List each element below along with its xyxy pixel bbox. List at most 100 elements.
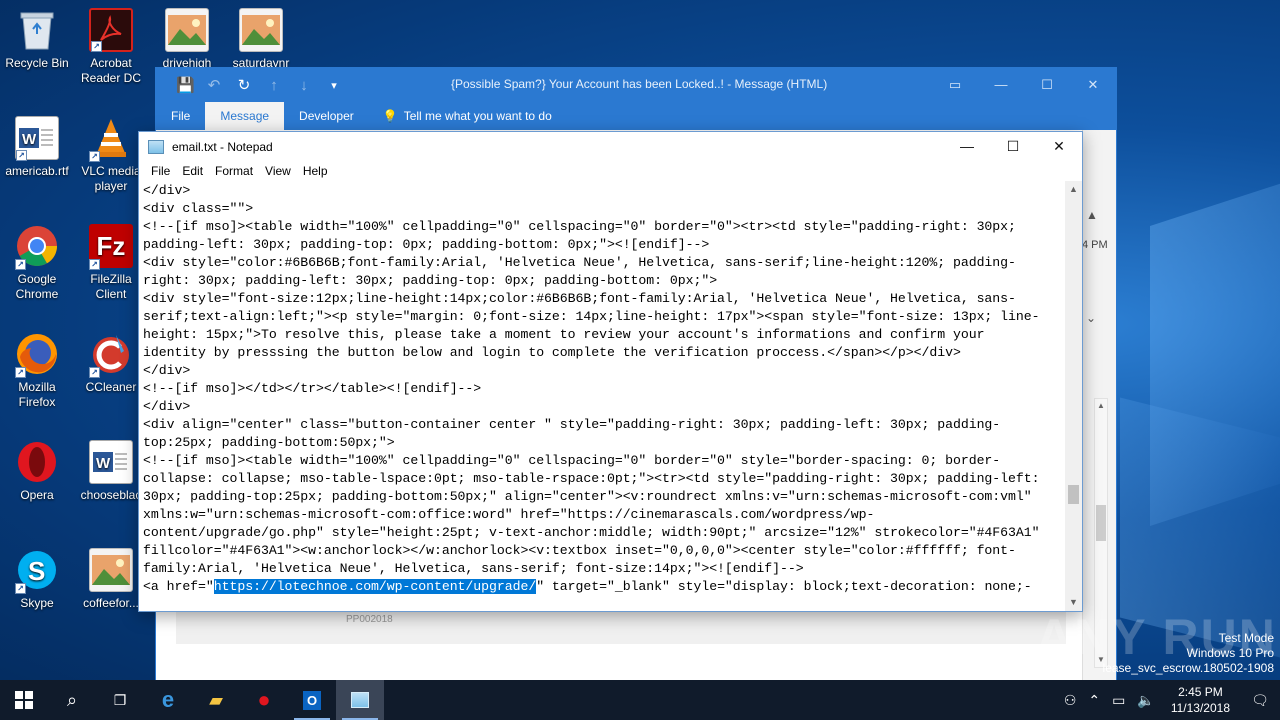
desktop-icon-drivehigh[interactable]: drivehigh — [150, 8, 224, 71]
desktop-icon-label: FileZilla Client — [90, 272, 132, 301]
tell-me-box[interactable]: 💡 Tell me what you want to do — [369, 102, 552, 130]
svg-text:S: S — [28, 556, 45, 586]
up-arrow-icon[interactable]: ↑ — [266, 77, 282, 94]
wallpaper-light-beam — [1150, 174, 1280, 526]
notepad-window[interactable]: email.txt - Notepad — ☐ ✕ File Edit Form… — [138, 131, 1083, 612]
outlook-ribbon-tabs: File Message Developer 💡 Tell me what yo… — [156, 102, 1116, 130]
taskbar: ⌕ ❐ e ▰ ● O ⚇ ⌃ ▭ 🔈 2:45 PM 11/13/2018 🗨 — [0, 680, 1280, 720]
desktop-icon-firefox[interactable]: ↗ Mozilla Firefox — [0, 332, 74, 410]
test-mode-line: Test Mode — [1218, 631, 1274, 645]
taskbar-edge[interactable]: e — [144, 680, 192, 720]
text-segment: " target="_blank" style="display: block;… — [536, 579, 1032, 594]
desktop-icon-label: Mozilla Firefox — [18, 380, 56, 409]
undo-icon[interactable]: ↶ — [206, 76, 222, 94]
text-line: 30px; padding-top:25px; padding-bottom:5… — [143, 489, 1032, 504]
word-doc-icon: W — [89, 440, 133, 484]
notification-center-icon[interactable]: 🗨 — [1240, 692, 1280, 709]
text-line: </div> — [143, 363, 191, 378]
notepad-text-area[interactable]: </div> <div class=""> <!--[if mso]><tabl… — [139, 181, 1067, 611]
ribbon-display-icon[interactable]: ▭ — [932, 68, 978, 102]
filezilla-icon: Fz ↗ — [89, 224, 133, 270]
notepad-vertical-scrollbar[interactable]: ▲ ▼ — [1065, 181, 1082, 611]
desktop-icon-coffeefor[interactable]: coffeefor... — [74, 548, 148, 611]
test-mode-notice: Test Mode Windows 10 Pro lease_svc_escro… — [1103, 631, 1274, 676]
selected-url-text[interactable]: https://lotechnoe.com/wp-content/upgrade… — [213, 579, 536, 594]
text-line: serif;text-align:left;"><p style="margin… — [143, 309, 1040, 324]
volume-icon[interactable]: 🔈 — [1131, 692, 1160, 709]
desktop-icon-chrome[interactable]: ↗ Google Chrome — [0, 224, 74, 302]
desktop-icon-saturdaynr[interactable]: saturdaynr — [224, 8, 298, 71]
clock-date: 11/13/2018 — [1170, 701, 1230, 715]
tab-developer[interactable]: Developer — [284, 102, 369, 130]
text-line: </div> — [143, 399, 191, 414]
desktop-icon-americab[interactable]: W ↗ americab.rtf — [0, 116, 74, 179]
start-button[interactable] — [0, 680, 48, 720]
word-doc-icon: W ↗ — [15, 116, 59, 161]
search-button[interactable]: ⌕ — [48, 680, 96, 720]
task-view-button[interactable]: ❐ — [96, 680, 144, 720]
desktop-icon-label: VLC media player — [81, 164, 141, 193]
menu-view[interactable]: View — [259, 164, 297, 178]
desktop-icon-recycle-bin[interactable]: Recycle Bin — [0, 8, 74, 71]
recycle-bin-icon — [15, 8, 59, 52]
minimize-icon[interactable]: — — [978, 68, 1024, 102]
close-icon[interactable]: ✕ — [1070, 68, 1116, 102]
network-icon[interactable]: ▭ — [1106, 692, 1131, 709]
clock[interactable]: 2:45 PM 11/13/2018 — [1161, 684, 1240, 716]
close-icon[interactable]: ✕ — [1036, 132, 1082, 161]
windows-logo-icon — [15, 691, 33, 709]
taskbar-notepad[interactable] — [336, 680, 384, 720]
maximize-icon[interactable]: ☐ — [990, 132, 1036, 161]
desktop-icon-chooseblac[interactable]: W chooseblac — [74, 440, 148, 503]
scroll-up-icon[interactable]: ▲ — [1095, 399, 1107, 413]
taskbar-outlook[interactable]: O — [288, 680, 336, 720]
edge-icon: e — [161, 687, 175, 712]
minimize-icon[interactable]: — — [944, 132, 990, 161]
desktop-icon-skype[interactable]: S ↗ Skype — [0, 548, 74, 611]
people-icon[interactable]: ⚇ — [1058, 692, 1083, 709]
chevron-down-icon[interactable]: ⌄ — [1086, 311, 1096, 325]
scroll-up-icon[interactable]: ▲ — [1086, 208, 1098, 222]
scrollbar-thumb[interactable] — [1068, 485, 1079, 504]
quick-access-toolbar: 💾 ↶ ↻ ↑ ↓ ▾ — [156, 76, 342, 95]
text-line: xmlns:w="urn:schemas-microsoft-com:offic… — [143, 507, 875, 522]
outlook-titlebar[interactable]: 💾 ↶ ↻ ↑ ↓ ▾ {Possible Spam?} Your Accoun… — [156, 68, 1116, 102]
scroll-up-icon[interactable]: ▲ — [1065, 181, 1082, 198]
text-line: <!--[if mso]><table width="100%" cellpad… — [143, 453, 1001, 468]
maximize-icon[interactable]: ☐ — [1024, 68, 1070, 102]
text-line: </div> — [143, 183, 191, 198]
redo-icon[interactable]: ↻ — [236, 76, 252, 94]
folder-icon: ▰ — [209, 689, 223, 710]
text-line: height: 15px;">To resolve this, please t… — [143, 327, 985, 342]
text-line-with-selection: <a href="https://lotechnoe.com/wp-conten… — [143, 578, 1067, 596]
desktop-icon-label: coffeefor... — [83, 596, 139, 610]
menu-edit[interactable]: Edit — [176, 164, 209, 178]
tab-message[interactable]: Message — [205, 102, 285, 130]
scrollbar-thumb[interactable] — [1096, 505, 1106, 541]
down-arrow-icon[interactable]: ↓ — [296, 77, 312, 94]
taskbar-opera[interactable]: ● — [240, 680, 288, 720]
notepad-titlebar[interactable]: email.txt - Notepad — ☐ ✕ — [139, 132, 1082, 161]
opera-icon: ● — [257, 687, 271, 712]
save-icon[interactable]: 💾 — [176, 76, 195, 94]
taskbar-file-explorer[interactable]: ▰ — [192, 680, 240, 720]
menu-file[interactable]: File — [145, 164, 176, 178]
desktop-icon-filezilla[interactable]: Fz ↗ FileZilla Client — [74, 224, 148, 302]
chevron-up-icon[interactable]: ⌃ — [1082, 692, 1106, 709]
desktop-icon-vlc[interactable]: ↗ VLC media player — [74, 116, 148, 194]
notepad-window-controls: — ☐ ✕ — [944, 132, 1082, 161]
customize-dropdown-icon[interactable]: ▾ — [326, 79, 342, 92]
desktop-icon-opera[interactable]: Opera — [0, 440, 74, 503]
desktop-icon-acrobat[interactable]: ↗ Acrobat Reader DC — [74, 8, 148, 86]
image-file-icon — [239, 8, 283, 52]
chrome-icon: ↗ — [15, 224, 59, 270]
clock-time: 2:45 PM — [1178, 685, 1223, 699]
search-icon: ⌕ — [66, 689, 78, 710]
desktop-icon-ccleaner[interactable]: ↗ CCleaner — [74, 332, 148, 395]
menu-format[interactable]: Format — [209, 164, 259, 178]
notepad-app-icon — [148, 139, 164, 154]
text-line: <div style="color:#6B6B6B;font-family:Ar… — [143, 255, 1016, 270]
outlook-window-title: {Possible Spam?} Your Account has been L… — [451, 77, 828, 91]
tab-file[interactable]: File — [156, 102, 205, 130]
menu-help[interactable]: Help — [297, 164, 334, 178]
